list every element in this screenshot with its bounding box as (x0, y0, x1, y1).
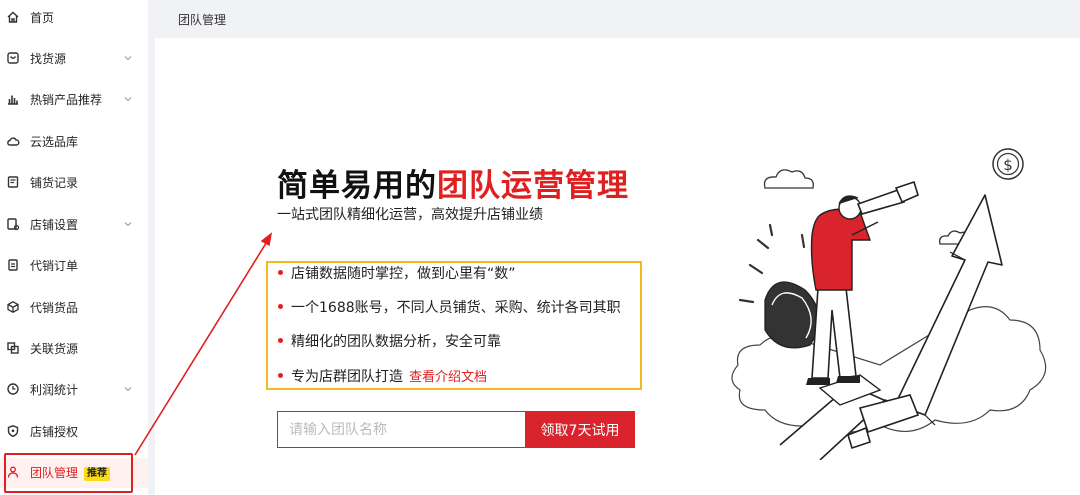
sidebar-item-consign-orders[interactable]: 代销订单 (0, 251, 148, 281)
feature-item: 店铺数据随时掌控，做到心里有“数” (278, 265, 516, 283)
sidebar-item-profit-stats[interactable]: 利润统计 (0, 375, 148, 405)
sidebar: 首页 找货源 热销产品推荐 云选品库 铺货记录 店铺设置 代销订单 代销货品 关… (0, 0, 148, 495)
sidebar-item-label: 代销货品 (30, 301, 79, 315)
sidebar-item-linked-sources[interactable]: 关联货源 (0, 334, 148, 364)
clock-icon (7, 383, 19, 395)
sidebar-item-listing-records[interactable]: 铺货记录 (0, 168, 148, 198)
chevron-down-icon (124, 56, 132, 61)
shop-settings-icon (7, 218, 20, 231)
sidebar-item-label: 找货源 (30, 52, 67, 66)
home-icon (7, 11, 19, 23)
source-icon (7, 52, 19, 64)
feature-list: 店铺数据随时掌控，做到心里有“数” 一个1688账号，不同人员铺货、采购、统计各… (266, 261, 642, 390)
page-title: 简单易用的团队运营管理 (277, 160, 629, 205)
order-icon (8, 259, 18, 271)
bullet-icon (278, 338, 283, 343)
sidebar-item-cloud-library[interactable]: 云选品库 (0, 127, 148, 157)
record-icon (7, 176, 19, 188)
team-illustration: $ (731, 148, 1047, 460)
sidebar-item-label: 利润统计 (30, 383, 79, 397)
breadcrumb: 团队管理 (178, 13, 227, 27)
sidebar-item-home[interactable]: 首页 (0, 3, 148, 33)
sidebar-item-label: 热销产品推荐 (30, 93, 103, 107)
sidebar-item-label: 铺货记录 (30, 176, 79, 190)
sidebar-item-shop-auth[interactable]: 店铺授权 (0, 417, 148, 447)
title-prefix: 简单易用的 (277, 168, 437, 204)
sidebar-item-label: 首页 (30, 11, 55, 25)
sidebar-item-hot-products[interactable]: 热销产品推荐 (0, 85, 148, 115)
title-highlight: 团队运营管理 (437, 168, 629, 204)
intro-doc-link[interactable]: 查看介绍文档 (409, 370, 487, 385)
cloud-icon (7, 137, 20, 146)
top-header: 团队管理 (155, 0, 1080, 38)
sidebar-item-shop-settings[interactable]: 店铺设置 (0, 210, 148, 240)
page-subtitle: 一站式团队精细化运营，高效提升店铺业绩 (277, 207, 543, 223)
sidebar-item-consign-goods[interactable]: 代销货品 (0, 293, 148, 323)
bullet-icon (278, 304, 283, 309)
link-icon (7, 342, 19, 354)
recommend-badge: 推荐 (84, 467, 111, 481)
team-name-input[interactable] (277, 411, 526, 448)
sidebar-item-label: 团队管理 推荐 (30, 465, 111, 481)
bullet-icon (278, 373, 283, 378)
team-icon (7, 466, 19, 478)
svg-text:$: $ (1003, 156, 1013, 174)
sidebar-item-label: 代销订单 (30, 259, 79, 273)
feature-item: 一个1688账号，不同人员铺货、采购、统计各司其职 (278, 299, 621, 317)
goods-icon (7, 301, 19, 313)
bar-chart-icon (8, 95, 18, 105)
shield-icon (7, 425, 19, 438)
feature-item: 精细化的团队数据分析，安全可靠 (278, 333, 501, 351)
sidebar-item-label: 关联货源 (30, 342, 79, 356)
chevron-down-icon (124, 387, 132, 392)
sidebar-item-label: 店铺设置 (30, 218, 79, 232)
sidebar-item-label: 店铺授权 (30, 425, 79, 439)
sidebar-item-find-source[interactable]: 找货源 (0, 44, 148, 74)
chevron-down-icon (124, 97, 132, 102)
bullet-icon (278, 270, 283, 275)
sidebar-item-label: 云选品库 (30, 135, 79, 149)
sidebar-item-team-management[interactable]: 团队管理 推荐 (0, 458, 148, 488)
chevron-down-icon (124, 222, 132, 227)
claim-trial-button[interactable]: 领取7天试用 (525, 411, 635, 448)
feature-item: 专为店群团队打造 查看介绍文档 (278, 368, 487, 387)
